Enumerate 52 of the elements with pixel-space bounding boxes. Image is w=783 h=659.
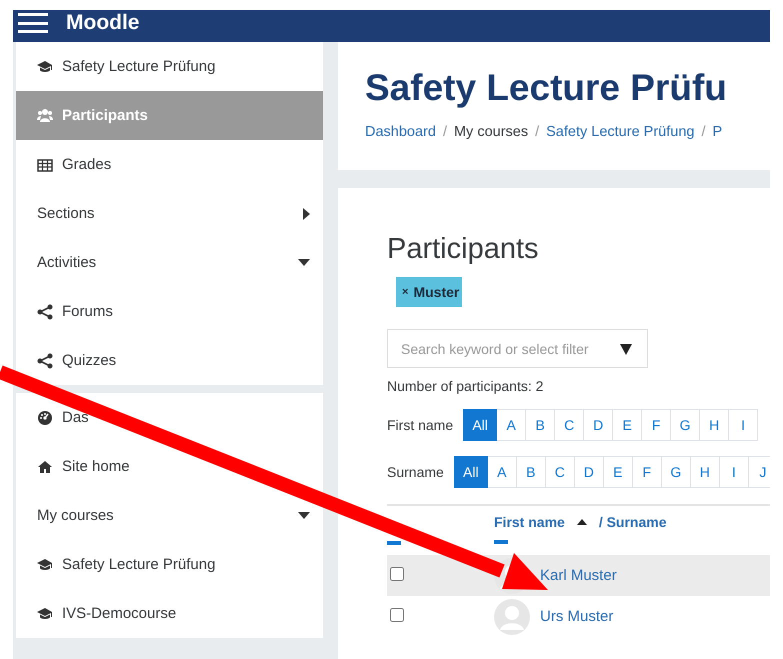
initial-button[interactable]: C <box>555 409 584 441</box>
course-title: Safety Lecture Prüfu <box>365 66 728 110</box>
sidebar-item[interactable]: Grades <box>16 140 323 189</box>
sidebar-item[interactable]: Activities <box>16 238 323 287</box>
column-sort-link[interactable]: First name <box>494 514 565 530</box>
initial-button[interactable]: A <box>488 456 517 488</box>
sidebar-item[interactable]: Forums <box>16 287 323 336</box>
sidebar-item[interactable]: Das <box>16 393 323 442</box>
initial-button[interactable]: F <box>632 456 662 488</box>
initial-button[interactable]: All <box>463 409 498 441</box>
sidebar-item[interactable]: Safety Lecture Prüfung <box>16 42 323 91</box>
breadcrumb-link[interactable]: Safety Lecture Prüfung <box>546 124 694 140</box>
sidebar-item[interactable]: Quizzes <box>16 336 323 385</box>
sidebar-item[interactable]: My courses <box>16 491 323 540</box>
search-field[interactable]: Search keyword or select filter <box>387 329 648 368</box>
initial-button[interactable]: A <box>497 409 526 441</box>
initial-button[interactable]: H <box>700 409 730 441</box>
site-name[interactable]: Moodle <box>66 11 140 35</box>
initial-button[interactable]: All <box>454 456 488 488</box>
initial-button[interactable]: F <box>642 409 672 441</box>
initial-button[interactable]: C <box>546 456 575 488</box>
initial-button[interactable]: G <box>662 456 691 488</box>
initial-button[interactable]: I <box>729 409 758 441</box>
initial-button[interactable]: D <box>584 409 614 441</box>
column-sort-link[interactable]: / Surname <box>598 514 667 530</box>
sidebar-item[interactable]: Sections <box>16 189 323 238</box>
breadcrumb-separator: / <box>442 124 447 140</box>
initial-button[interactable]: B <box>526 409 556 441</box>
initial-button[interactable]: D <box>574 456 604 488</box>
filter-chip[interactable]: × Muster <box>396 277 462 307</box>
initial-button[interactable]: E <box>604 456 633 488</box>
breadcrumb-link[interactable]: Dashboard <box>365 124 436 140</box>
breadcrumb-separator: / <box>535 124 540 140</box>
sidebar-item[interactable]: Participants <box>16 91 323 140</box>
breadcrumb-separator: / <box>701 124 706 140</box>
initial-button[interactable]: H <box>690 456 720 488</box>
initial-button[interactable]: B <box>516 456 546 488</box>
breadcrumb-item: My courses <box>454 124 528 140</box>
initials-label: Surname <box>387 464 444 480</box>
initial-button[interactable]: E <box>613 409 642 441</box>
participant-name-link[interactable]: Karl Muster <box>540 567 617 584</box>
participant-count: Number of participants: 2 <box>387 378 544 394</box>
initials-label: First name <box>387 417 454 433</box>
participant-name-link[interactable]: Urs Muster <box>540 608 614 625</box>
sidebar-item[interactable]: Site home <box>16 442 323 491</box>
initial-button[interactable]: G <box>671 409 700 441</box>
initial-button[interactable]: I <box>720 456 749 488</box>
sidebar-item[interactable]: Safety Lecture Prüfung <box>16 540 323 589</box>
sidebar-item[interactable]: IVS-Democourse <box>16 589 323 638</box>
breadcrumb-link[interactable]: P <box>712 124 722 140</box>
initial-button[interactable]: J <box>748 456 770 488</box>
page-heading: Participants <box>387 232 540 266</box>
